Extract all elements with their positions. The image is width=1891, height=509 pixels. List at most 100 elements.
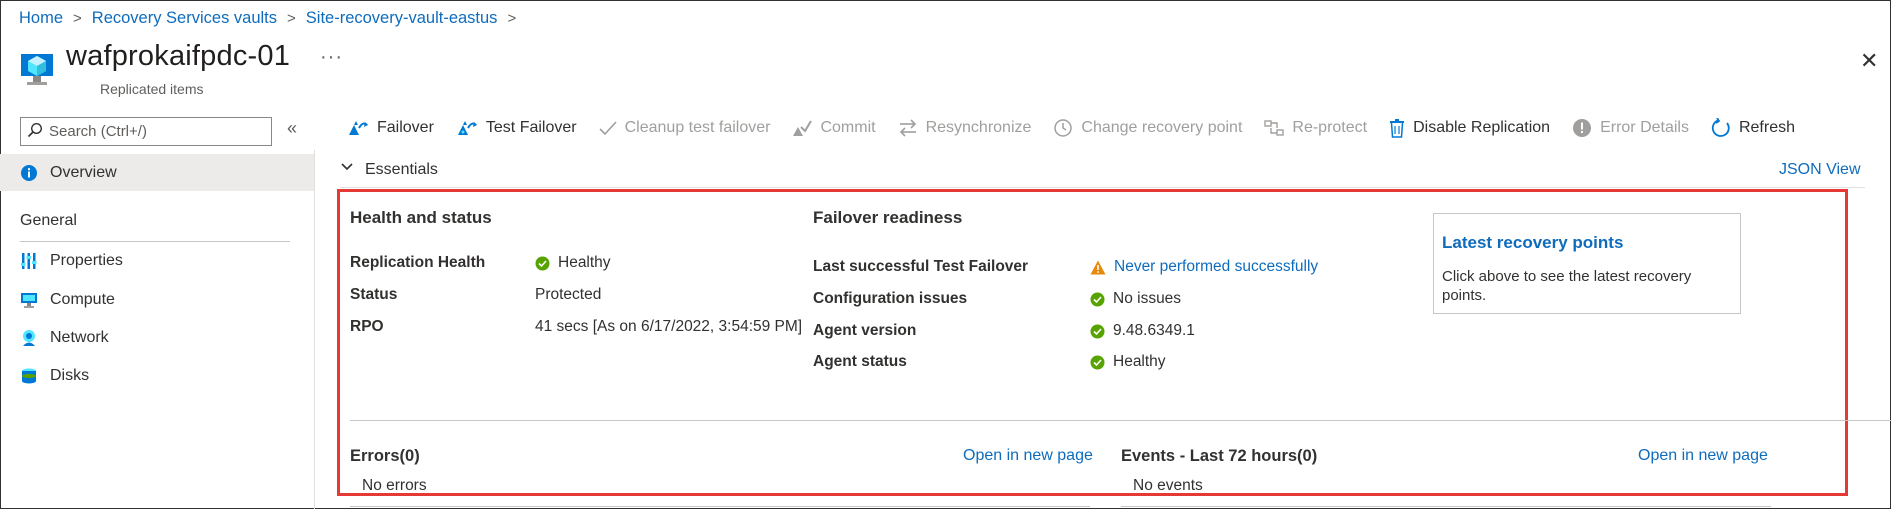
sidebar-item-label: Disks [50,367,90,384]
change-recovery-point-button[interactable]: Change recovery point [1053,118,1242,138]
breadcrumb-separator: > [287,10,296,27]
breadcrumb-separator: > [73,10,82,27]
last-test-failover-label: Last successful Test Failover [813,258,1029,275]
agent-status-label: Agent status [813,353,907,370]
configuration-issues-value: No issues [1090,290,1181,308]
check-circle-icon [1090,355,1105,370]
divider [350,420,1891,421]
virtual-machine-icon [19,50,55,90]
disks-icon [20,367,38,385]
checkmark-icon [599,120,617,136]
search-placeholder: Search (Ctrl+/) [49,123,147,140]
network-icon [20,329,38,347]
breadcrumb: Home > Recovery Services vaults > Site-r… [19,9,526,28]
resynchronize-button[interactable]: Resynchronize [898,119,1032,137]
divider [20,241,290,242]
breadcrumb-separator: > [507,10,517,27]
sidebar-item-properties[interactable]: Properties [20,252,123,270]
divider [340,187,1865,188]
breadcrumb-recovery-services-vaults[interactable]: Recovery Services vaults [92,9,277,28]
replication-health-text: Healthy [558,254,611,271]
close-button[interactable]: ✕ [1860,48,1878,74]
replication-health-label: Replication Health [350,254,486,271]
toolbar-label: Disable Replication [1413,119,1551,136]
agent-version-value: 9.48.6349.1 [1090,322,1195,340]
failover-readiness-heading: Failover readiness [813,208,963,227]
essentials-toggle[interactable]: Essentials [365,161,438,179]
test-failover-button[interactable]: Test Failover [456,119,577,137]
resync-icon [898,119,918,137]
sidebar-item-disks[interactable]: Disks [20,367,89,385]
agent-version-text: 9.48.6349.1 [1113,322,1195,339]
chevron-down-icon[interactable] [340,160,354,179]
info-icon [20,164,38,182]
last-test-failover-value[interactable]: Never performed successfully [1090,258,1318,276]
reprotect-icon [1264,119,1285,137]
cleanup-test-failover-button[interactable]: Cleanup test failover [599,119,771,137]
agent-version-label: Agent version [813,322,917,339]
more-options-button[interactable]: ··· [320,46,343,69]
history-icon [1053,118,1073,138]
sidebar-item-label: Properties [50,252,123,269]
no-events-text: No events [1133,477,1203,494]
toolbar-label: Failover [377,119,434,136]
status-value: Protected [535,286,602,303]
failover-icon [347,119,369,137]
sidebar-item-overview[interactable]: Overview [0,154,314,191]
toolbar-label: Resynchronize [925,119,1032,136]
toolbar-label: Commit [820,119,876,136]
agent-status-text: Healthy [1113,353,1166,370]
toolbar-label: Cleanup test failover [624,119,771,136]
breadcrumb-home[interactable]: Home [19,9,63,28]
search-icon [27,122,49,142]
json-view-link[interactable]: JSON View [1779,161,1861,179]
command-toolbar: Failover Test Failover Cleanup test fail… [347,118,1817,138]
re-protect-button[interactable]: Re-protect [1264,119,1367,137]
toolbar-label: Change recovery point [1081,119,1243,136]
divider [350,506,1090,507]
failover-button[interactable]: Failover [347,119,434,137]
commit-button[interactable]: Commit [792,119,876,137]
errors-open-in-new-page-link[interactable]: Open in new page [963,447,1093,465]
configuration-issues-text: No issues [1113,290,1182,307]
search-input[interactable]: Search (Ctrl+/) [20,117,272,146]
trash-icon [1389,118,1405,138]
compute-icon [20,291,38,309]
configuration-issues-label: Configuration issues [813,290,968,307]
replication-health-value: Healthy [535,254,611,272]
sidebar-item-compute[interactable]: Compute [20,291,115,309]
latest-recovery-points-description: Click above to see the latest recovery p… [1442,268,1692,304]
toolbar-label: Refresh [1738,119,1795,136]
no-errors-text: No errors [362,477,427,494]
agent-status-value: Healthy [1090,353,1166,371]
disable-replication-button[interactable]: Disable Replication [1389,118,1550,138]
refresh-button[interactable]: Refresh [1711,118,1795,138]
error-details-button[interactable]: Error Details [1572,118,1689,138]
latest-recovery-points-link[interactable]: Latest recovery points [1442,233,1732,253]
page-title: wafprokaifpdc-01 [66,40,291,72]
sidebar-divider [314,150,315,509]
commit-icon [792,119,813,137]
check-circle-icon [1090,292,1105,307]
sidebar-item-label: Compute [50,291,115,308]
toolbar-label: Re-protect [1292,119,1368,136]
events-open-in-new-page-link[interactable]: Open in new page [1638,447,1768,465]
errors-heading: Errors(0) [350,447,420,465]
sidebar-item-label: Network [50,329,109,346]
sidebar-section-general: General [20,212,77,229]
divider [1121,506,1771,507]
sidebar-item-network[interactable]: Network [20,329,109,347]
properties-icon [20,252,38,270]
sidebar-item-label: Overview [50,163,117,181]
refresh-icon [1711,118,1731,138]
toolbar-label: Test Failover [485,119,577,136]
collapse-sidebar-button[interactable]: « [287,118,297,139]
breadcrumb-vault[interactable]: Site-recovery-vault-eastus [306,9,498,28]
warning-icon [1090,260,1106,275]
test-failover-icon [456,119,478,137]
rpo-value: 41 secs [As on 6/17/2022, 3:54:59 PM] [535,318,803,335]
toolbar-label: Error Details [1600,119,1689,136]
rpo-label: RPO [350,318,384,335]
last-test-failover-text: Never performed successfully [1114,258,1319,275]
error-icon [1572,118,1592,138]
